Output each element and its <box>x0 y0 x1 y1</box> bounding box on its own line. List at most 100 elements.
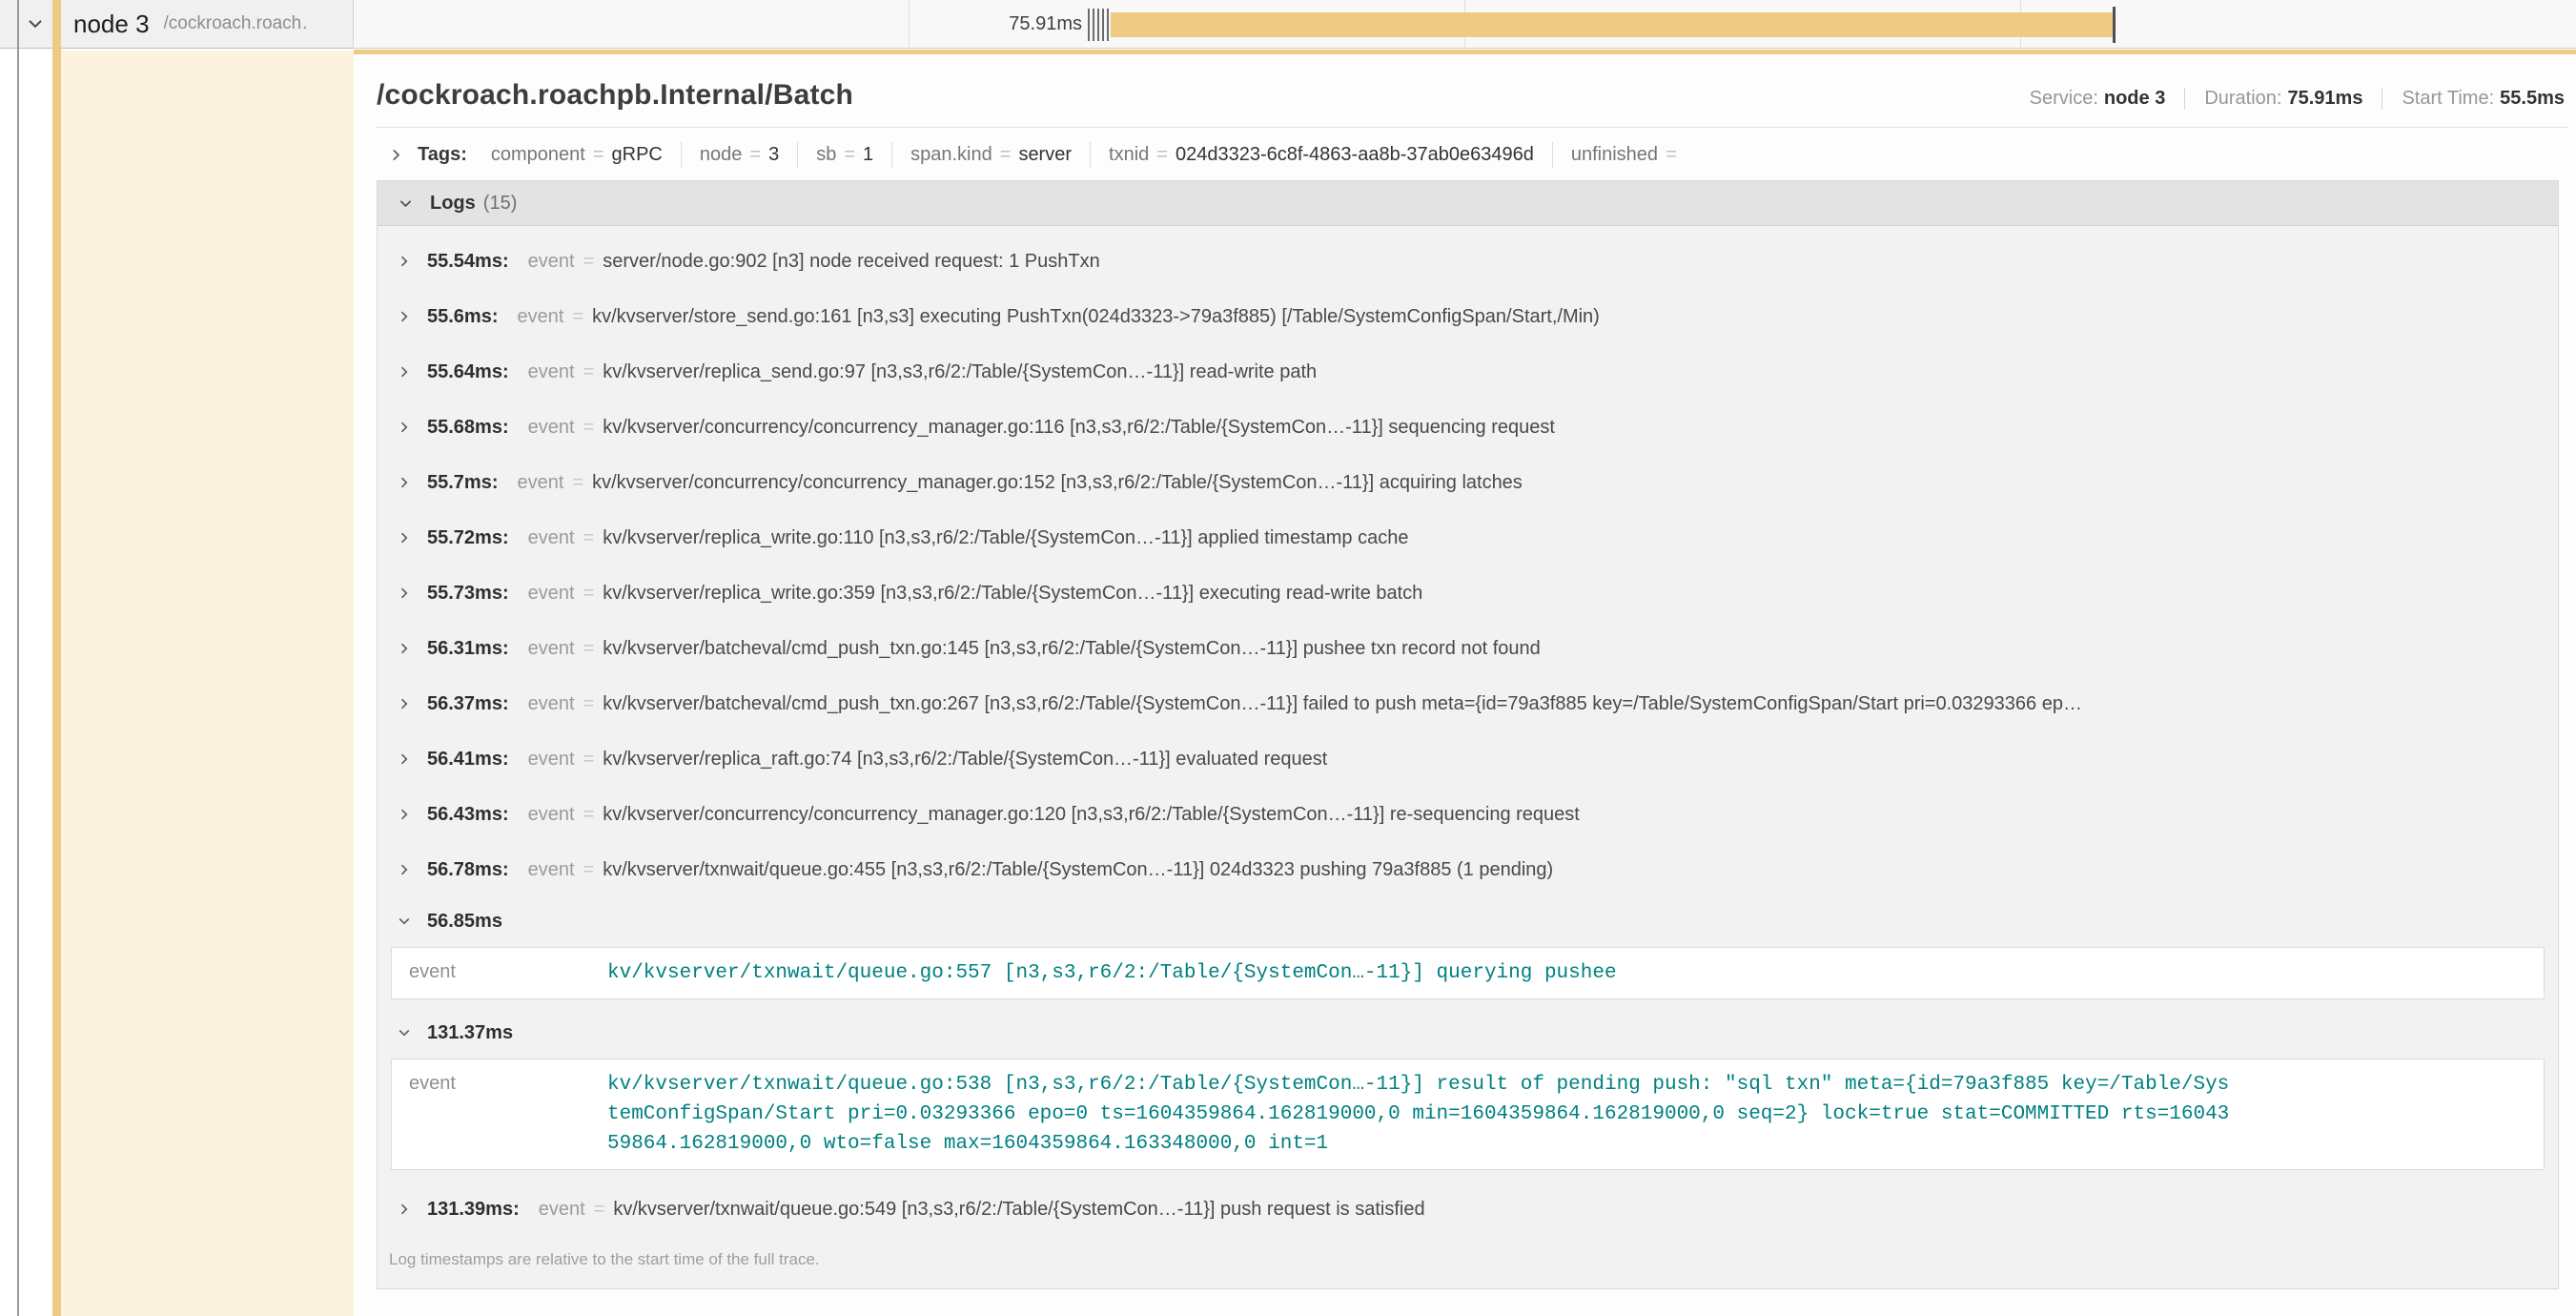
log-row[interactable]: 55.6ms:event=kv/kvserver/store_send.go:1… <box>378 289 2558 344</box>
log-field-key: event <box>528 251 575 273</box>
chevron-down-icon[interactable] <box>397 1025 412 1040</box>
chevron-right-icon[interactable] <box>397 862 412 877</box>
log-field-value: kv/kvserver/batcheval/cmd_push_txn.go:14… <box>603 638 1541 660</box>
chevron-right-icon[interactable] <box>397 586 412 601</box>
log-field-value: kv/kvserver/concurrency/concurrency_mana… <box>603 417 1555 439</box>
span-duration-label: 75.91ms <box>888 0 1082 49</box>
chevron-right-icon[interactable] <box>397 696 412 711</box>
span-title: /cockroach.roachpb.Internal/Batch <box>377 79 853 112</box>
meta-start-time-value: 55.5ms <box>2500 88 2565 109</box>
chevron-right-icon[interactable] <box>397 807 412 822</box>
meta-duration: Duration:75.91ms <box>2184 88 2382 110</box>
span-service-name: node 3 <box>73 10 150 39</box>
log-field-value: kv/kvserver/txnwait/queue.go:455 [n3,s3,… <box>603 859 1553 881</box>
meta-duration-value: 75.91ms <box>2287 88 2362 109</box>
log-row[interactable]: 55.73ms:event=kv/kvserver/replica_write.… <box>378 565 2558 621</box>
equals-sign: = <box>583 693 595 715</box>
chevron-right-icon[interactable] <box>397 751 412 767</box>
equals-sign: = <box>583 527 595 549</box>
chevron-right-icon[interactable] <box>397 364 412 380</box>
log-field-key: event <box>528 527 575 549</box>
chevron-right-icon[interactable] <box>397 309 412 324</box>
meta-service-label: Service: <box>2030 88 2098 109</box>
chevron-right-icon[interactable] <box>397 420 412 435</box>
chevron-right-icon[interactable] <box>397 1202 412 1217</box>
log-timestamp: 55.64ms: <box>427 361 509 383</box>
log-field-value: kv/kvserver/concurrency/concurrency_mana… <box>603 804 1580 826</box>
chevron-right-icon[interactable] <box>397 475 412 490</box>
event-key-label: event <box>409 1070 607 1159</box>
chevron-right-icon[interactable] <box>397 254 412 269</box>
log-timestamp: 55.6ms: <box>427 306 499 328</box>
tag-equals: = <box>749 144 761 166</box>
span-timeline-cell[interactable]: 75.91ms <box>354 0 2576 49</box>
span-operation-name: /cockroach.roach… <box>164 13 307 34</box>
log-row[interactable]: 56.37ms:event=kv/kvserver/batcheval/cmd_… <box>378 676 2558 731</box>
log-field-key: event <box>528 361 575 383</box>
log-field-value: server/node.go:902 [n3] node received re… <box>603 251 1099 273</box>
log-field-value: kv/kvserver/store_send.go:161 [n3,s3] ex… <box>592 306 1600 328</box>
tag-value: 1 <box>863 144 873 166</box>
log-field-key: event <box>528 749 575 771</box>
log-field-value: kv/kvserver/concurrency/concurrency_mana… <box>592 472 1523 494</box>
tags-row[interactable]: Tags: component=gRPCnode=3sb=1span.kind=… <box>377 128 2568 180</box>
tag-value: 024d3323-6c8f-4863-aa8b-37ab0e63496d <box>1176 144 1534 166</box>
log-row[interactable]: 56.43ms:event=kv/kvserver/concurrency/co… <box>378 787 2558 842</box>
equals-sign: = <box>583 804 595 826</box>
equals-sign: = <box>583 251 595 273</box>
log-timestamp: 56.85ms <box>427 911 502 933</box>
equals-sign: = <box>572 306 583 328</box>
log-row[interactable]: 56.41ms:event=kv/kvserver/replica_raft.g… <box>378 731 2558 787</box>
log-field-key: event <box>518 472 564 494</box>
tag-key: component <box>491 144 585 166</box>
log-row-expanded-header[interactable]: 56.85ms <box>378 899 2558 943</box>
tag-value: gRPC <box>612 144 663 166</box>
log-field-key: event <box>528 417 575 439</box>
log-timestamp: 55.73ms: <box>427 583 509 605</box>
meta-start-time: Start Time:55.5ms <box>2382 88 2568 110</box>
tag-item: sb=1 <box>797 142 891 168</box>
log-field-key: event <box>528 583 575 605</box>
log-row[interactable]: 55.64ms:event=kv/kvserver/replica_send.g… <box>378 344 2558 400</box>
logs-count: (15) <box>483 193 518 215</box>
column-divider[interactable] <box>17 0 19 1316</box>
chevron-right-icon[interactable] <box>388 147 404 163</box>
log-row[interactable]: 56.31ms:event=kv/kvserver/batcheval/cmd_… <box>378 621 2558 676</box>
tag-item: unfinished= <box>1552 142 1703 168</box>
log-row[interactable]: 55.72ms:event=kv/kvserver/replica_write.… <box>378 510 2558 565</box>
log-row[interactable]: 55.54ms:event=server/node.go:902 [n3] no… <box>378 234 2558 289</box>
meta-service: Service: node 3 <box>2011 88 2185 110</box>
log-row[interactable]: 55.68ms:event=kv/kvserver/concurrency/co… <box>378 400 2558 455</box>
log-timestamp: 131.39ms: <box>427 1199 520 1221</box>
log-field-value: kv/kvserver/replica_write.go:110 [n3,s3,… <box>603 527 1408 549</box>
logs-accordion-header[interactable]: Logs (15) <box>378 181 2558 226</box>
chevron-right-icon[interactable] <box>397 530 412 545</box>
chevron-down-icon[interactable] <box>397 914 412 929</box>
log-row[interactable]: 131.39ms:event=kv/kvserver/txnwait/queue… <box>378 1182 2558 1237</box>
chevron-down-icon[interactable] <box>26 14 45 33</box>
event-value-line: kv/kvserver/txnwait/queue.go:557 [n3,s3,… <box>607 958 1617 988</box>
span-row[interactable]: node 3 /cockroach.roach… 75.91ms <box>0 0 2576 50</box>
logs-footer-note: Log timestamps are relative to the start… <box>378 1237 2558 1283</box>
tag-value: server <box>1018 144 1072 166</box>
chevron-down-icon[interactable] <box>398 195 414 212</box>
chevron-right-icon[interactable] <box>397 641 412 656</box>
meta-service-value: node 3 <box>2104 88 2165 109</box>
span-duration-bar[interactable] <box>1111 12 2115 37</box>
span-tick-marks <box>1088 9 1110 41</box>
tag-value: 3 <box>768 144 779 166</box>
tag-key: span.kind <box>910 144 992 166</box>
logs-accordion: Logs (15) 55.54ms:event=server/node.go:9… <box>377 180 2559 1289</box>
event-key-label: event <box>409 958 607 988</box>
log-row-expanded-header[interactable]: 131.37ms <box>378 1011 2558 1055</box>
log-timestamp: 56.41ms: <box>427 749 509 771</box>
log-event-box: eventkv/kvserver/txnwait/queue.go:557 [n… <box>391 947 2545 999</box>
log-field-value: kv/kvserver/replica_write.go:359 [n3,s3,… <box>603 583 1422 605</box>
tag-equals: = <box>593 144 604 166</box>
log-field-value: kv/kvserver/batcheval/cmd_push_txn.go:26… <box>603 693 2082 715</box>
span-detail-header: /cockroach.roachpb.Internal/Batch Servic… <box>377 54 2568 128</box>
equals-sign: = <box>583 859 595 881</box>
event-value-lines: kv/kvserver/txnwait/queue.go:557 [n3,s3,… <box>607 958 1617 988</box>
log-row[interactable]: 56.78ms:event=kv/kvserver/txnwait/queue.… <box>378 842 2558 897</box>
log-row[interactable]: 55.7ms:event=kv/kvserver/concurrency/con… <box>378 455 2558 510</box>
